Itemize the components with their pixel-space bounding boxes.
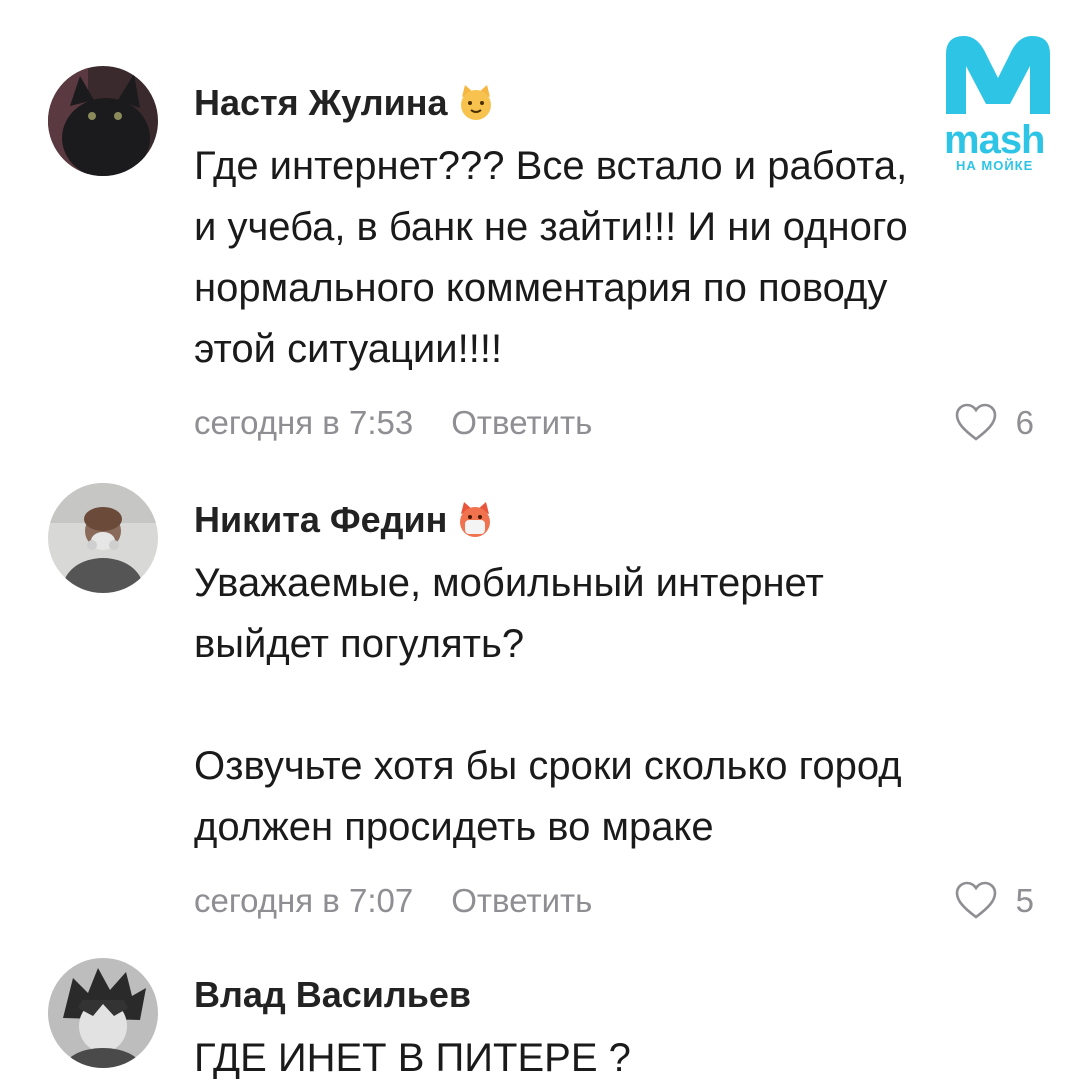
- comment-meta: сегодня в 7:53 Ответить 6: [194, 398, 1034, 448]
- comment-text: ГДЕ ИНЕТ В ПИТЕРЕ ?: [194, 1036, 631, 1080]
- author-name[interactable]: Влад Васильев: [194, 974, 471, 1016]
- comment-meta: сегодня в 7:07 Ответить 5: [194, 876, 1034, 926]
- comment-time: сегодня в 7:07: [194, 882, 414, 919]
- comment-author[interactable]: Никита Федин: [194, 497, 1034, 543]
- avatar-man-respirator-image: [48, 483, 158, 593]
- like-button[interactable]: 5: [954, 876, 1034, 926]
- comment-author[interactable]: Влад Васильев: [194, 972, 1034, 1018]
- author-name[interactable]: Настя Жулина: [194, 82, 448, 124]
- avatar[interactable]: [48, 66, 158, 176]
- heart-icon: [955, 881, 996, 919]
- avatar-anime-character-image: [48, 958, 158, 1068]
- like-count: 5: [1015, 882, 1034, 919]
- heart-icon: [955, 403, 996, 441]
- comment-author[interactable]: Настя Жулина: [194, 80, 1034, 126]
- like-count: 6: [1015, 404, 1034, 441]
- comments-screen: Настя Жулина Где интернет??? Все встало …: [0, 0, 1080, 1080]
- cat-face-icon: [456, 83, 496, 123]
- author-name[interactable]: Никита Федин: [194, 499, 447, 541]
- like-button[interactable]: 6: [954, 398, 1034, 448]
- comment-text: Уважаемые, мобильный интернет выйдет пог…: [194, 561, 902, 849]
- comment-time: сегодня в 7:53: [194, 404, 414, 441]
- avatar-black-cat-image: [48, 66, 158, 176]
- mash-logo-word: mash: [944, 118, 1045, 162]
- reply-button[interactable]: Ответить: [451, 882, 592, 920]
- avatar[interactable]: [48, 483, 158, 593]
- comment-text: Где интернет??? Все встало и работа, и у…: [194, 144, 908, 371]
- mash-logo-subtitle: НА МОЙКЕ: [956, 158, 1034, 173]
- crying-cat-face-icon: [455, 500, 495, 540]
- reply-button[interactable]: Ответить: [451, 404, 592, 442]
- avatar[interactable]: [48, 958, 158, 1068]
